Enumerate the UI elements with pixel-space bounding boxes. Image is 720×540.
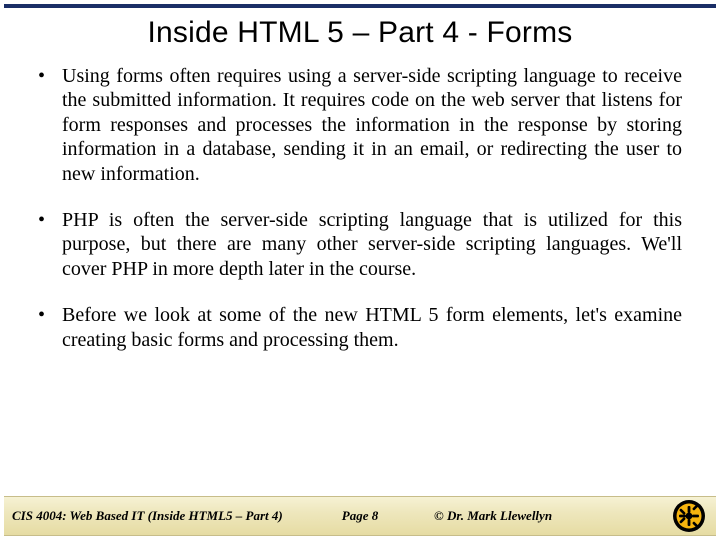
bullet-item: • PHP is often the server-side scripting… [38,208,682,281]
bullet-item: • Before we look at some of the new HTML… [38,303,682,352]
bullet-text: Using forms often requires using a serve… [62,64,682,186]
slide-content: • Using forms often requires using a ser… [0,64,720,496]
bullet-item: • Using forms often requires using a ser… [38,64,682,186]
bullet-dot: • [38,303,62,352]
footer-author: © Dr. Mark Llewellyn [434,508,552,524]
bullet-dot: • [38,64,62,186]
footer-wrap: CIS 4004: Web Based IT (Inside HTML5 – P… [0,496,720,540]
bullet-text: PHP is often the server-side scripting l… [62,208,682,281]
footer-page: Page 8 [342,508,378,524]
footer-bar: CIS 4004: Web Based IT (Inside HTML5 – P… [4,496,716,536]
slide-title: Inside HTML 5 – Part 4 - Forms [0,8,720,64]
ucf-logo-icon [672,499,706,533]
bullet-text: Before we look at some of the new HTML 5… [62,303,682,352]
bullet-dot: • [38,208,62,281]
footer-course: CIS 4004: Web Based IT (Inside HTML5 – P… [4,508,283,524]
